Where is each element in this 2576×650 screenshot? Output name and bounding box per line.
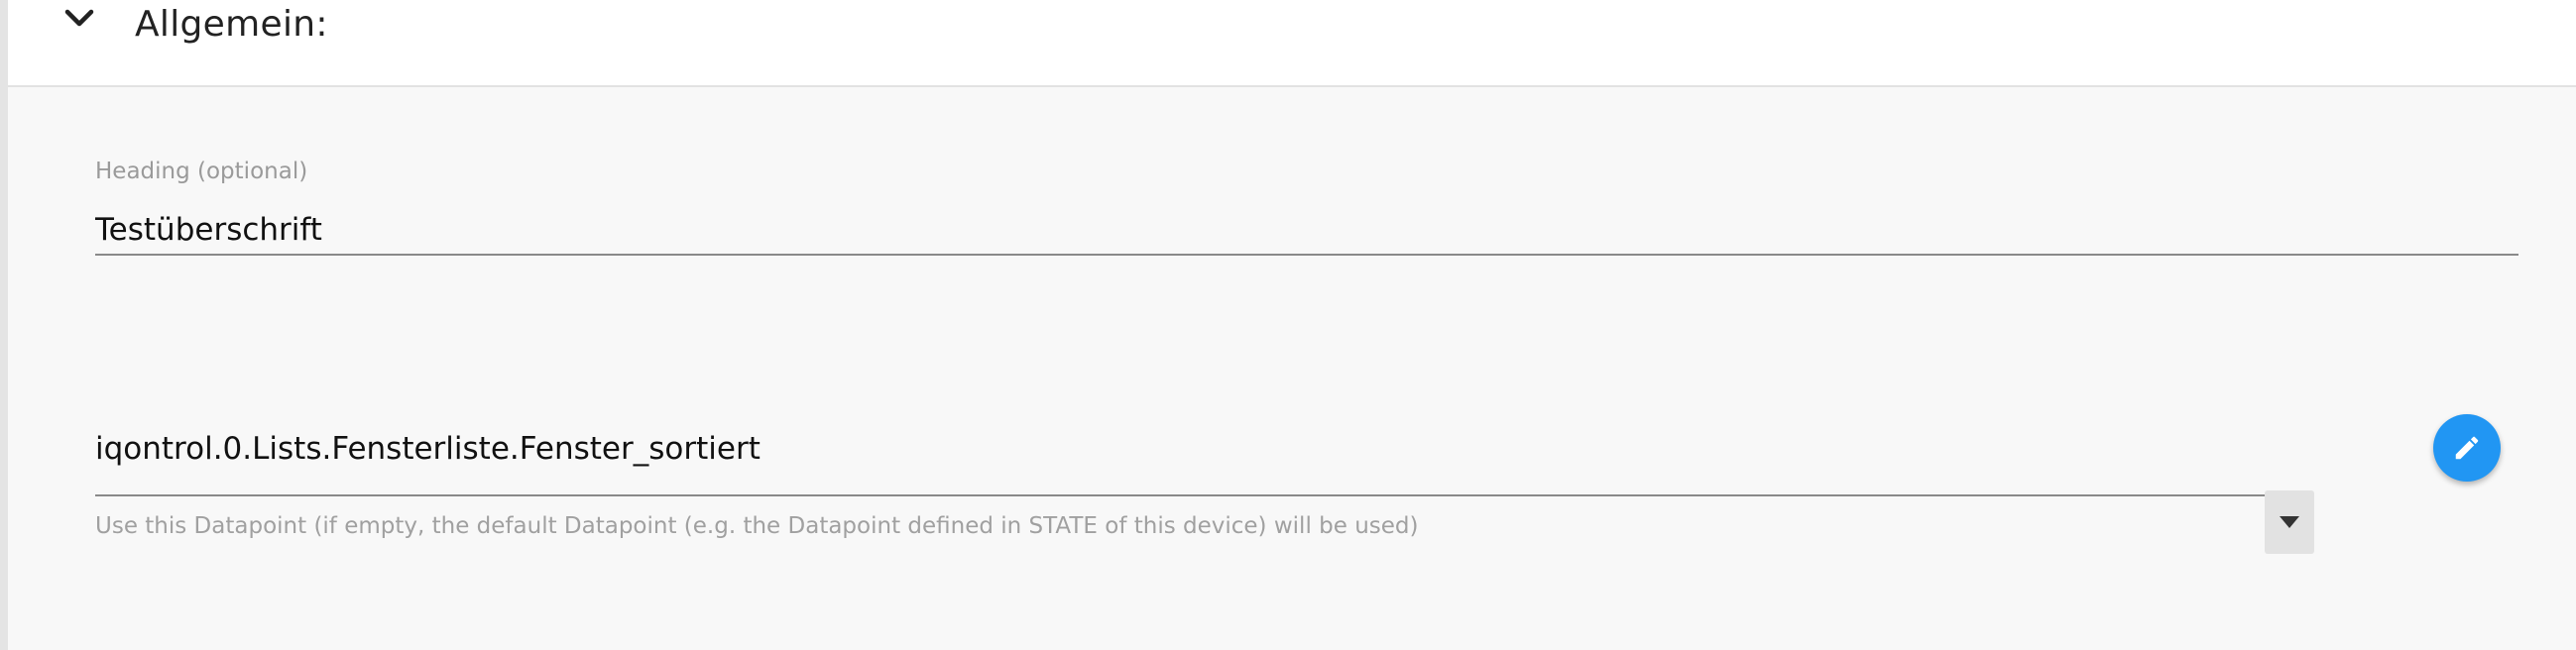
- datapoint-helper-text: Use this Datapoint (if empty, the defaul…: [95, 513, 1419, 539]
- chevron-down-icon[interactable]: [58, 0, 101, 44]
- section-title: Allgemein:: [135, 4, 328, 45]
- dropdown-button[interactable]: [2265, 490, 2314, 554]
- datapoint-value: iqontrol.0.Lists.Fensterliste.Fenster_so…: [95, 431, 761, 467]
- heading-input[interactable]: [95, 206, 2518, 256]
- section-content: Heading (optional) iqontrol.0.Lists.Fens…: [8, 87, 2576, 650]
- left-border: [0, 0, 8, 650]
- caret-down-icon: [2280, 516, 2299, 528]
- section-header[interactable]: Allgemein:: [8, 0, 2576, 87]
- datapoint-select[interactable]: iqontrol.0.Lists.Fensterliste.Fenster_so…: [95, 399, 2314, 554]
- pencil-icon: [2455, 436, 2479, 460]
- edit-button[interactable]: [2433, 414, 2501, 482]
- heading-field-label: Heading (optional): [95, 159, 308, 184]
